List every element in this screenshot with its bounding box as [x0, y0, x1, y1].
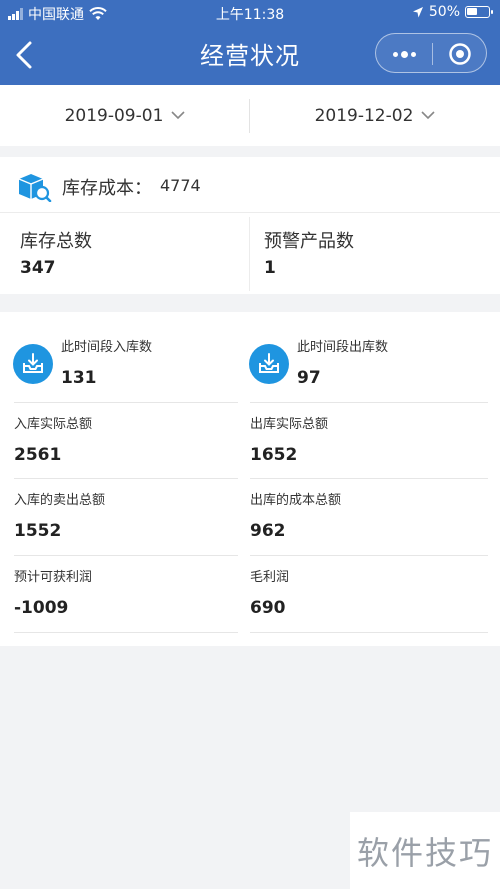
stock-total-value: 347 [20, 258, 56, 278]
header-bar: 中国联通 上午11:38 50% 经营状况 [0, 0, 500, 85]
status-bar: 中国联通 上午11:38 50% [0, 0, 500, 26]
period-stats-card: 此时间段入库数 131 此时间段出库数 97 入库实际总额 2561 出库实际总… [0, 312, 500, 646]
metric-label: 出库实际总额 [250, 417, 329, 432]
battery-percent: 50% [428, 4, 460, 20]
metric-value: 690 [250, 598, 286, 618]
metric-value: -1009 [14, 598, 69, 618]
watermark: 软件技巧 [350, 812, 500, 889]
metric-label: 出库的成本总额 [250, 493, 342, 508]
target-circle-icon [449, 43, 471, 65]
metric-value: 962 [250, 521, 286, 541]
warning-count-value: 1 [264, 258, 276, 278]
inventory-cost-icon [18, 174, 52, 202]
date-range-bar: 2019-09-01 2019-12-02 [0, 85, 500, 146]
outbound-count-label: 此时间段出库数 [297, 340, 389, 355]
metric-value: 1552 [14, 521, 62, 541]
chevron-down-icon [421, 111, 435, 120]
stock-total-label: 库存总数 [20, 231, 92, 252]
metric-label: 毛利润 [250, 570, 290, 585]
metric-label: 预计可获利润 [14, 570, 93, 585]
inventory-card: 库存成本： 4774 库存总数 预警产品数 [0, 157, 500, 294]
outbox-icon [249, 344, 289, 384]
inbound-count-label: 此时间段入库数 [61, 340, 153, 355]
chevron-down-icon [171, 111, 185, 120]
start-date-picker[interactable]: 2019-09-01 [0, 85, 250, 146]
start-date-value: 2019-09-01 [64, 105, 164, 126]
warning-count-label: 预警产品数 [264, 231, 354, 252]
miniprogram-capsule [375, 33, 487, 73]
close-miniprogram-button[interactable] [432, 34, 488, 74]
metric-label: 入库的卖出总额 [14, 493, 106, 508]
metric-value: 1652 [250, 445, 298, 465]
end-date-picker[interactable]: 2019-12-02 [250, 85, 500, 146]
metric-label: 入库实际总额 [14, 417, 93, 432]
inbox-icon [13, 344, 53, 384]
inventory-cost-value: 4774 [160, 176, 201, 195]
more-dots-icon [392, 50, 416, 58]
inventory-cost-label: 库存成本： [62, 178, 152, 199]
metric-value: 2561 [14, 445, 62, 465]
battery-icon [465, 6, 493, 18]
inbound-count-value: 131 [61, 368, 97, 388]
location-arrow-icon [412, 6, 423, 17]
end-date-value: 2019-12-02 [314, 105, 414, 126]
outbound-count-value: 97 [297, 368, 321, 388]
more-menu-button[interactable] [376, 34, 432, 74]
